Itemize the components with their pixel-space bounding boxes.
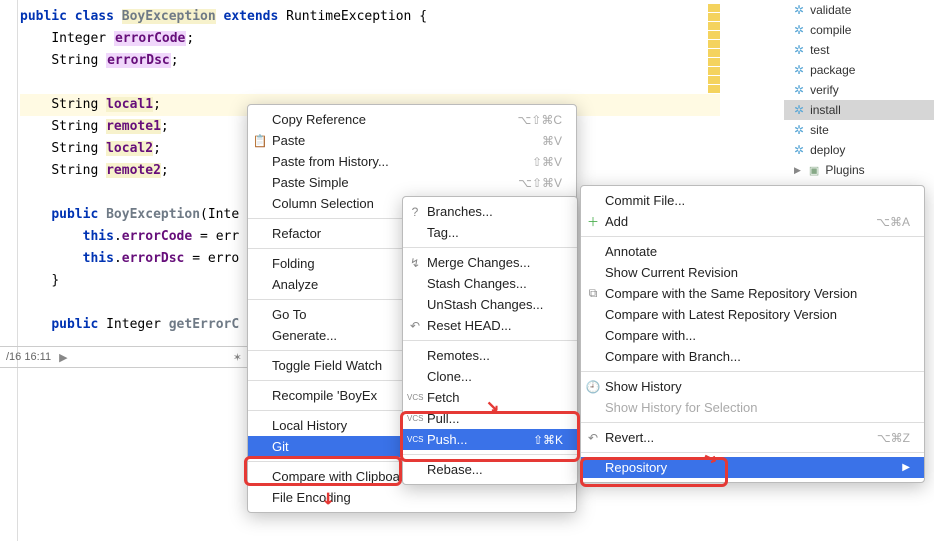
gear-icon: ✲ (794, 23, 804, 37)
mi-compare-branch[interactable]: Compare with Branch... (581, 346, 924, 367)
mi-pull[interactable]: VCSPull... (403, 408, 577, 429)
maven-goal-validate[interactable]: ✲validate (784, 0, 934, 20)
pull-icon: VCS (407, 414, 423, 423)
merge-icon: ↯ (407, 256, 423, 270)
mi-fetch[interactable]: VCSFetch (403, 387, 577, 408)
git-submenu[interactable]: ?Branches... Tag... ↯Merge Changes... St… (402, 196, 578, 485)
mi-add[interactable]: ＋Add⌥⌘A (581, 211, 924, 232)
add-icon: ＋ (585, 213, 601, 230)
mi-copy-reference[interactable]: Copy Reference⌥⇧⌘C (248, 109, 576, 130)
mi-reset-head[interactable]: ↶Reset HEAD... (403, 315, 577, 336)
warning-stripe[interactable] (708, 4, 720, 184)
status-bar: /16 16:11 ▶ ✶ (0, 346, 248, 368)
submenu-arrow-icon: ▶ (902, 462, 910, 473)
expand-icon: ▶ (794, 165, 801, 176)
maven-goal-verify[interactable]: ✲verify (784, 80, 934, 100)
gear-icon: ✲ (794, 143, 804, 157)
mi-stash[interactable]: Stash Changes... (403, 273, 577, 294)
fetch-icon: VCS (407, 393, 423, 402)
maven-goal-site[interactable]: ✲site (784, 120, 934, 140)
folder-icon: ▣ (809, 164, 819, 177)
mi-clone[interactable]: Clone... (403, 366, 577, 387)
mi-unstash[interactable]: UnStash Changes... (403, 294, 577, 315)
maven-goal-package[interactable]: ✲package (784, 60, 934, 80)
mi-show-history-sel: Show History for Selection (581, 397, 924, 418)
reset-icon: ↶ (407, 319, 423, 333)
clipboard-icon: 📋 (252, 134, 268, 148)
mi-commit-file[interactable]: Commit File... (581, 190, 924, 211)
gear-icon: ✲ (794, 63, 804, 77)
maven-panel[interactable]: ✲validate✲compile✲test✲package✲verify✲in… (784, 0, 934, 180)
play-icon[interactable]: ▶ (59, 351, 67, 364)
status-time: /16 16:11 (6, 351, 51, 363)
history-icon: 🕘 (585, 380, 601, 394)
plugins-node[interactable]: ▶ ▣ Plugins (784, 160, 934, 180)
mi-rebase[interactable]: Rebase... (403, 459, 577, 480)
vcs-context-menu[interactable]: Commit File... ＋Add⌥⌘A Annotate Show Cur… (580, 185, 925, 483)
mi-remotes[interactable]: Remotes... (403, 345, 577, 366)
gear-icon: ✲ (794, 123, 804, 137)
mi-paste[interactable]: 📋Paste⌘V (248, 130, 576, 151)
mi-compare-with[interactable]: Compare with... (581, 325, 924, 346)
revert-icon: ↶ (585, 431, 601, 445)
maven-goal-compile[interactable]: ✲compile (784, 20, 934, 40)
mi-compare-latest[interactable]: Compare with Latest Repository Version (581, 304, 924, 325)
gear-icon: ✲ (794, 83, 804, 97)
mi-show-current-rev[interactable]: Show Current Revision (581, 262, 924, 283)
mi-repository[interactable]: Repository▶ (581, 457, 924, 478)
mi-compare-same[interactable]: ⧉Compare with the Same Repository Versio… (581, 283, 924, 304)
gear-icon: ✲ (794, 43, 804, 57)
mi-file-encoding[interactable]: File Encoding (248, 487, 576, 508)
maven-goal-deploy[interactable]: ✲deploy (784, 140, 934, 160)
mi-annotate[interactable]: Annotate (581, 241, 924, 262)
push-icon: VCS (407, 435, 423, 444)
gear-icon: ✲ (794, 3, 804, 17)
mi-push[interactable]: VCSPush...⇧⌘K (403, 429, 577, 450)
mi-show-history[interactable]: 🕘Show History (581, 376, 924, 397)
mi-branches[interactable]: ?Branches... (403, 201, 577, 222)
branch-icon: ? (407, 205, 423, 219)
mi-merge[interactable]: ↯Merge Changes... (403, 252, 577, 273)
mi-paste-history[interactable]: Paste from History...⇧⌘V (248, 151, 576, 172)
settings-icon[interactable]: ✶ (233, 351, 242, 364)
mi-revert[interactable]: ↶Revert...⌥⌘Z (581, 427, 924, 448)
maven-goal-test[interactable]: ✲test (784, 40, 934, 60)
gear-icon: ✲ (794, 103, 804, 117)
mi-tag[interactable]: Tag... (403, 222, 577, 243)
maven-goal-install[interactable]: ✲install (784, 100, 934, 120)
mi-paste-simple[interactable]: Paste Simple⌥⇧⌘V (248, 172, 576, 193)
compare-icon: ⧉ (585, 286, 601, 301)
